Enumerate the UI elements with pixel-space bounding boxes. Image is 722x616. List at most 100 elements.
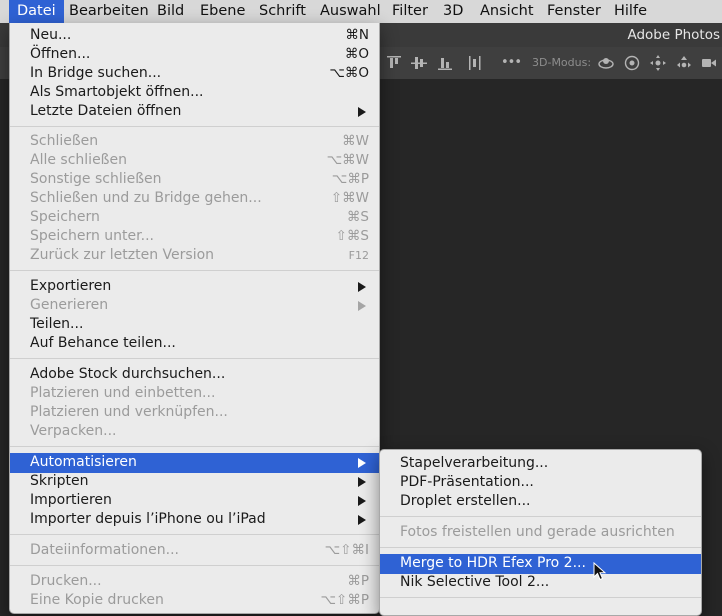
menu-item-verpacken[interactable]: Verpacken... — [10, 422, 379, 441]
menu-item-platzieren-und-verknuepfen[interactable]: Platzieren und verknüpfen... — [10, 403, 379, 422]
menu-item-label: Als Smartobjekt öffnen... — [30, 84, 204, 100]
menu-item-label: Droplet erstellen... — [400, 493, 531, 509]
submenu-arrow-icon — [358, 301, 366, 311]
menu-hilfe[interactable]: Hilfe — [606, 0, 655, 23]
submenu-item-stapelverarbeitung[interactable]: Stapelverarbeitung... — [380, 454, 701, 473]
menu-item-shortcut: ⇧⌘S — [335, 228, 369, 244]
submenu-item-pdf-praesentation[interactable]: PDF-Präsentation... — [380, 473, 701, 492]
menu-item-shortcut: ⌘S — [346, 209, 369, 225]
menu-item-label: PDF-Präsentation... — [400, 474, 534, 490]
menu-separator — [10, 126, 379, 127]
menu-item-speichern[interactable]: Speichern ⌘S — [10, 208, 379, 227]
menu-item-label: Stapelverarbeitung... — [400, 455, 549, 471]
menu-item-label: In Bridge suchen... — [30, 65, 162, 81]
menu-auswahl[interactable]: Auswahl — [312, 0, 389, 23]
menu-datei[interactable]: Datei — [9, 0, 64, 23]
menu-bild[interactable]: Bild — [149, 0, 192, 23]
menu-separator — [10, 270, 379, 271]
align-bottom-icon[interactable] — [436, 54, 454, 72]
menu-fenster[interactable]: Fenster — [539, 0, 609, 23]
menu-ebene[interactable]: Ebene — [192, 0, 253, 23]
datei-menu: Neu... ⌘N Öffnen... ⌘O In Bridge suchen.… — [9, 23, 380, 614]
menu-item-label: Drucken... — [30, 573, 102, 589]
submenu-item-merge-to-hdr-efex-pro[interactable]: Merge to HDR Efex Pro 2... — [380, 554, 701, 574]
menu-item-label: Skripten — [30, 473, 89, 489]
menu-item-auf-behance-teilen[interactable]: Auf Behance teilen... — [10, 334, 379, 353]
menu-item-shortcut: ⌥⌘O — [329, 65, 369, 81]
menu-item-label: Speichern unter... — [30, 228, 154, 244]
align-vertical-center-icon[interactable] — [410, 54, 428, 72]
menu-item-adobe-stock-durchsuchen[interactable]: Adobe Stock durchsuchen... — [10, 365, 379, 384]
menu-separator — [10, 534, 379, 535]
menu-item-eine-kopie-drucken[interactable]: Eine Kopie drucken ⌥⇧⌘P — [10, 591, 379, 610]
menu-item-speichern-unter[interactable]: Speichern unter... ⇧⌘S — [10, 227, 379, 246]
menu-item-schliessen[interactable]: Schließen ⌘W — [10, 132, 379, 151]
menu-ansicht[interactable]: Ansicht — [472, 0, 542, 23]
menu-item-label: Speichern — [30, 209, 100, 225]
menu-item-neu[interactable]: Neu... ⌘N — [10, 26, 379, 45]
menu-separator — [380, 516, 701, 517]
menu-bearbeiten[interactable]: Bearbeiten — [61, 0, 157, 23]
submenu-item-nik-selective-tool[interactable]: Nik Selective Tool 2... — [380, 573, 701, 592]
menu-separator — [10, 358, 379, 359]
menu-item-zurueck-zur-letzten-version[interactable]: Zurück zur letzten Version F12 — [10, 246, 379, 265]
menu-item-sonstige-schliessen[interactable]: Sonstige schließen ⌥⌘P — [10, 170, 379, 189]
menu-item-skripten[interactable]: Skripten — [10, 472, 379, 491]
menu-item-label: Neu... — [30, 27, 72, 43]
menu-item-label: Schließen — [30, 133, 99, 149]
menu-item-oeffnen[interactable]: Öffnen... ⌘O — [10, 45, 379, 64]
roll-icon[interactable] — [623, 54, 641, 72]
menu-separator — [10, 565, 379, 566]
menu-item-platzieren-und-einbetten[interactable]: Platzieren und einbetten... — [10, 384, 379, 403]
menu-item-label: Adobe Stock durchsuchen... — [30, 366, 226, 382]
menu-item-label: Teilen... — [30, 316, 84, 332]
menu-item-teilen[interactable]: Teilen... — [10, 315, 379, 334]
submenu-item-droplet-erstellen[interactable]: Droplet erstellen... — [380, 492, 701, 511]
more-icon[interactable]: ••• — [500, 54, 522, 72]
menu-item-label: Nik Selective Tool 2... — [400, 574, 550, 590]
mouse-pointer-icon — [593, 562, 607, 581]
menu-separator — [10, 446, 379, 447]
menu-item-label: Eine Kopie drucken — [30, 592, 164, 608]
menu-item-importer-iphone-ipad[interactable]: Importer depuis l’iPhone ou l’iPad — [10, 510, 379, 529]
menu-item-automatisieren[interactable]: Automatisieren — [10, 453, 379, 473]
menu-bar: Datei Bearbeiten Bild Ebene Schrift Ausw… — [0, 0, 722, 24]
menu-item-label: Zurück zur letzten Version — [30, 247, 215, 263]
menu-item-letzte-dateien-oeffnen[interactable]: Letzte Dateien öffnen — [10, 102, 379, 121]
menu-item-label: Generieren — [30, 297, 109, 313]
menu-item-label: Sonstige schließen — [30, 171, 162, 187]
menu-item-label: Merge to HDR Efex Pro 2... — [400, 555, 586, 571]
menu-item-als-smartobjekt-oeffnen[interactable]: Als Smartobjekt öffnen... — [10, 83, 379, 102]
submenu-arrow-icon — [358, 496, 366, 506]
menu-item-shortcut: ⌥⇧⌘P — [320, 592, 369, 608]
menu-item-shortcut: ⌥⌘P — [331, 171, 369, 187]
menu-item-label: Schließen und zu Bridge gehen... — [30, 190, 262, 206]
menu-3d[interactable]: 3D — [435, 0, 471, 23]
menu-item-generieren[interactable]: Generieren — [10, 296, 379, 315]
slide-icon[interactable] — [675, 54, 693, 72]
menu-item-label: Dateiinformationen... — [30, 542, 179, 558]
pan-icon[interactable] — [649, 54, 667, 72]
menu-item-schliessen-und-zu-bridge[interactable]: Schließen und zu Bridge gehen... ⇧⌘W — [10, 189, 379, 208]
menu-item-label: Automatisieren — [30, 454, 137, 470]
menu-schrift[interactable]: Schrift — [251, 0, 314, 23]
menu-item-in-bridge-suchen[interactable]: In Bridge suchen... ⌥⌘O — [10, 64, 379, 83]
menu-item-dateiinformationen[interactable]: Dateiinformationen... ⌥⇧⌘I — [10, 541, 379, 560]
submenu-arrow-icon — [358, 477, 366, 487]
menu-item-label: Platzieren und verknüpfen... — [30, 404, 228, 420]
menu-item-importieren[interactable]: Importieren — [10, 491, 379, 510]
menu-item-label: Auf Behance teilen... — [30, 335, 176, 351]
video-camera-icon[interactable] — [700, 54, 718, 72]
menu-item-shortcut: ⌘P — [347, 573, 369, 589]
menu-item-label: Importer depuis l’iPhone ou l’iPad — [30, 511, 266, 527]
menu-item-exportieren[interactable]: Exportieren — [10, 277, 379, 296]
menu-item-drucken[interactable]: Drucken... ⌘P — [10, 572, 379, 591]
menu-item-shortcut: ⌘W — [342, 133, 369, 149]
submenu-item-fotos-freistellen[interactable]: Fotos freistellen und gerade ausrichten — [380, 523, 701, 542]
menu-item-label: Öffnen... — [30, 46, 91, 62]
menu-item-alle-schliessen[interactable]: Alle schließen ⌥⌘W — [10, 151, 379, 170]
orbit-icon[interactable] — [597, 54, 615, 72]
menu-filter[interactable]: Filter — [384, 0, 436, 23]
align-top-icon[interactable] — [385, 54, 403, 72]
distribute-icon[interactable] — [466, 54, 484, 72]
